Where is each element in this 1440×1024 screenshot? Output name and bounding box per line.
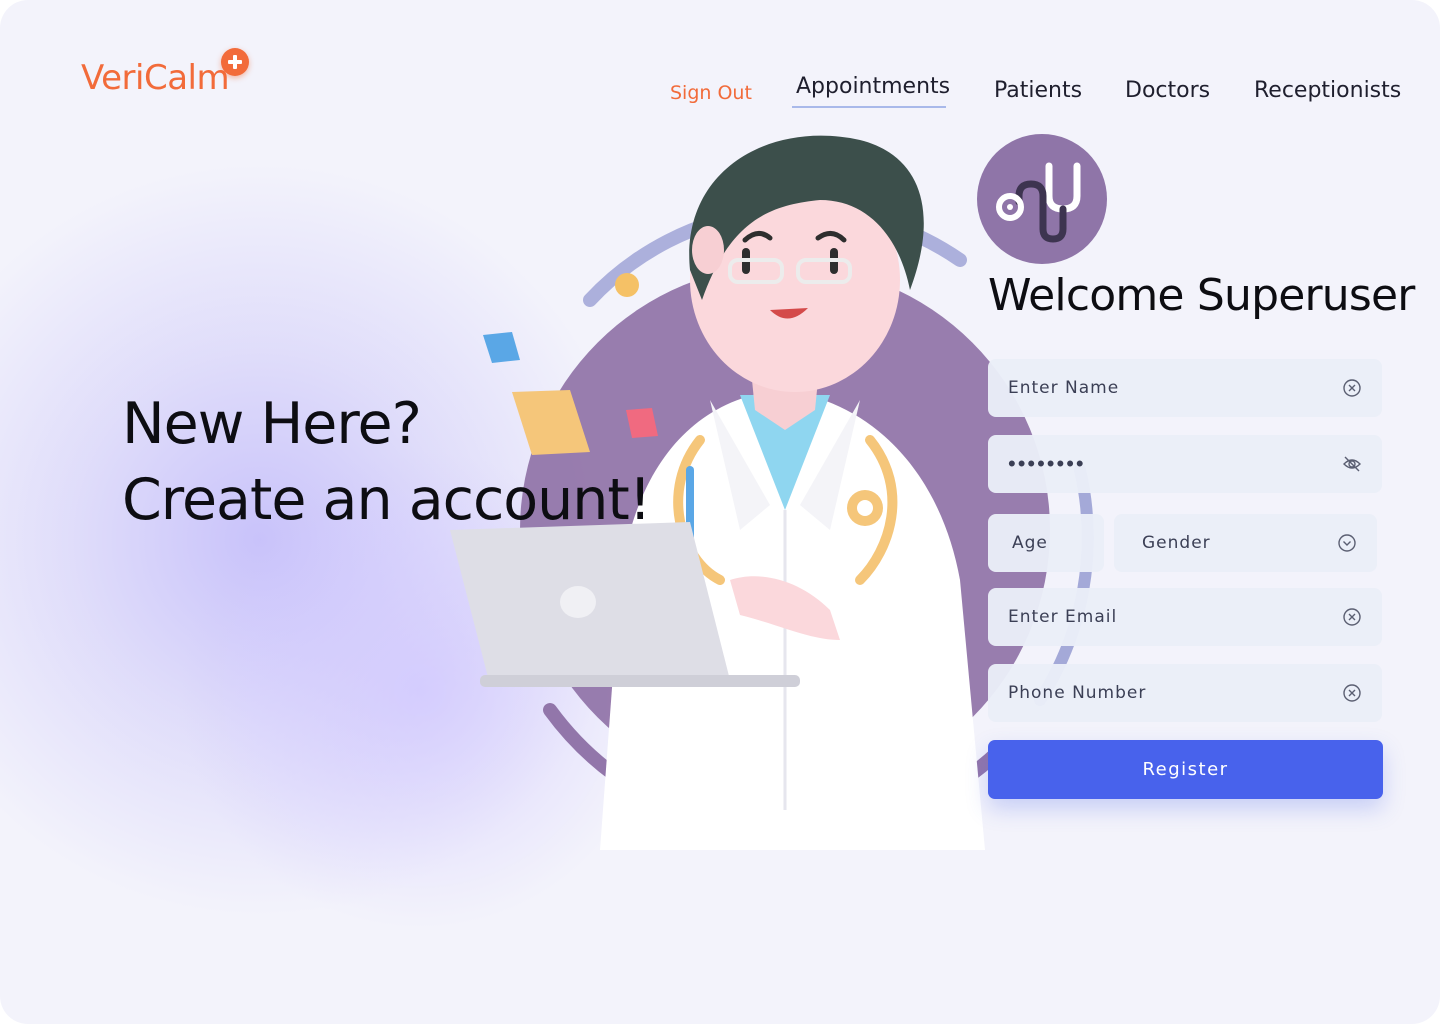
nav-item-receptionists[interactable]: Receptionists xyxy=(1254,78,1401,103)
age-field[interactable]: Age xyxy=(988,514,1104,572)
age-placeholder: Age xyxy=(1012,533,1048,553)
signup-headline: New Here? Create an account! xyxy=(122,386,652,538)
welcome-title: Welcome Superuser xyxy=(988,270,1415,321)
gender-placeholder: Gender xyxy=(1142,533,1211,553)
register-button[interactable]: Register xyxy=(988,740,1383,799)
app-frame: VeriCalm Sign Out Appointments Patients … xyxy=(0,0,1440,1024)
top-nav: Sign Out Appointments Patients Doctors R… xyxy=(0,72,1440,112)
name-field[interactable]: Enter Name xyxy=(988,359,1382,417)
sign-out-link[interactable]: Sign Out xyxy=(670,82,752,104)
phone-field[interactable]: Phone Number xyxy=(988,664,1382,722)
nav-item-patients[interactable]: Patients xyxy=(994,78,1082,103)
eye-off-icon[interactable] xyxy=(1342,454,1362,474)
nav-item-appointments[interactable]: Appointments xyxy=(796,74,950,99)
clear-icon[interactable] xyxy=(1342,378,1362,398)
phone-placeholder: Phone Number xyxy=(1008,683,1147,703)
nav-item-doctors[interactable]: Doctors xyxy=(1125,78,1210,103)
name-placeholder: Enter Name xyxy=(1008,378,1120,398)
email-field[interactable]: Enter Email xyxy=(988,588,1382,646)
clear-icon[interactable] xyxy=(1342,683,1362,703)
password-field[interactable]: •••••••• xyxy=(988,435,1382,493)
password-value: •••••••• xyxy=(1008,451,1086,476)
profile-avatar xyxy=(977,134,1107,264)
headline-line-2: Create an account! xyxy=(122,467,652,533)
stethoscope-icon xyxy=(996,162,1081,243)
headline-line-1: New Here? xyxy=(122,391,422,457)
chevron-down-icon[interactable] xyxy=(1337,533,1357,553)
clear-icon[interactable] xyxy=(1342,607,1362,627)
gender-select[interactable]: Gender xyxy=(1114,514,1377,572)
active-nav-indicator xyxy=(792,106,946,108)
email-placeholder: Enter Email xyxy=(1008,607,1118,627)
